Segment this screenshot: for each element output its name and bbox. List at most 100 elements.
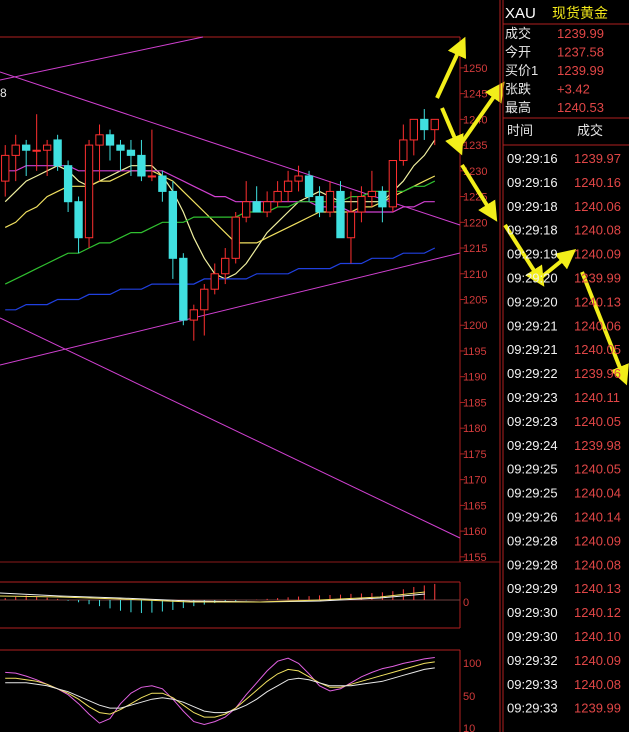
- trade-price: 1240.05: [574, 414, 621, 429]
- candle-body: [388, 160, 398, 208]
- trade-price: 1240.11: [574, 390, 620, 405]
- trendline-upper-channel: [0, 36, 204, 81]
- trade-time: 09:29:20: [507, 271, 558, 286]
- trade-time: 09:29:22: [507, 366, 558, 381]
- kdj-tick-label: 10: [463, 723, 475, 732]
- trade-time: 09:29:33: [507, 701, 558, 716]
- candle-body: [294, 175, 303, 182]
- candle-body: [304, 175, 314, 198]
- trade-time: 09:29:18: [507, 199, 558, 214]
- quote-value: +3.42: [557, 82, 590, 97]
- quote-label: 买价1: [505, 63, 538, 78]
- price-tick-label: 1245: [463, 89, 487, 101]
- trade-list[interactable]: 09:29:16 1239.97 09:29:16 1240.16 09:29:18 12…: [507, 151, 621, 716]
- trade-price: 1240.08: [574, 557, 621, 572]
- price-tick-label: 1220: [463, 217, 487, 229]
- quote-panel: XAU 现货黄金 成交 1239.99 今开 1237.58 买价1 1239.99 张跌 +…: [499, 0, 629, 732]
- candle-body: [137, 154, 146, 177]
- candle-body: [378, 190, 387, 208]
- price-partial-label: 8: [0, 86, 7, 100]
- trade-time: 09:29:16: [507, 151, 558, 166]
- candle-body: [1, 154, 10, 182]
- price-tick-label: 1200: [463, 320, 487, 332]
- trade-price: 1240.05: [574, 462, 621, 477]
- candle-body: [74, 201, 83, 239]
- trade-time: 09:29:19: [507, 247, 558, 262]
- trade-time: 09:29:18: [507, 223, 558, 238]
- candle-body: [367, 190, 377, 198]
- macd-tick-label: 0: [463, 597, 469, 609]
- candle-body: [273, 190, 282, 203]
- candle-body: [252, 201, 261, 213]
- candle-body: [84, 144, 94, 239]
- candle-body: [105, 134, 115, 146]
- arrow-icon: [440, 107, 464, 156]
- kdj-tick-label: 100: [463, 658, 481, 670]
- candle-body: [325, 190, 335, 213]
- kdj-line: [5, 657, 435, 726]
- price-tick-label: 1165: [463, 500, 487, 512]
- trade-time: 09:29:21: [507, 342, 558, 357]
- candle-body: [189, 309, 198, 321]
- trade-price: 1240.12: [574, 605, 621, 620]
- trade-time: 09:29:28: [507, 533, 558, 548]
- price-tick-label: 1215: [463, 243, 487, 255]
- price-tick-label: 1170: [463, 475, 487, 487]
- kdj-tick-label: 50: [463, 691, 475, 703]
- price-tick-label: 1185: [463, 397, 487, 409]
- quote-value: 1239.99: [557, 26, 604, 41]
- trade-price: 1240.06: [574, 199, 621, 214]
- kdj-line: [5, 661, 435, 718]
- kdj-panel[interactable]: 100 50 10: [0, 649, 481, 732]
- candle-body: [53, 139, 62, 167]
- trade-time: 09:29:23: [507, 414, 558, 429]
- quote-value: 1239.99: [557, 63, 604, 78]
- trades-header-price: 成交: [577, 123, 603, 138]
- quote-label: 张跌: [505, 82, 531, 97]
- candle-body: [346, 211, 356, 239]
- candle-body: [116, 144, 125, 151]
- trade-time: 09:29:25: [507, 486, 558, 501]
- trade-price: 1239.99: [574, 701, 621, 716]
- candle-body: [262, 201, 272, 213]
- candle-body: [42, 144, 52, 151]
- moving-average-line: [5, 247, 436, 311]
- candle-body: [147, 175, 157, 178]
- candle-body: [242, 201, 251, 218]
- candle-body: [315, 196, 324, 213]
- trendlines: [0, 36, 461, 539]
- candle-body: [11, 144, 20, 156]
- candle-body: [336, 190, 345, 239]
- macd-panel[interactable]: 0: [0, 581, 469, 629]
- kdj-lines: [5, 657, 435, 726]
- symbol-name: 现货黄金: [552, 5, 608, 21]
- candle-body: [420, 118, 429, 131]
- price-tick-label: 1250: [463, 63, 487, 75]
- price-tick-label: 1205: [463, 295, 487, 307]
- price-tick-label: 1195: [463, 346, 487, 358]
- candle-body: [357, 196, 366, 213]
- trade-time: 09:29:26: [507, 510, 558, 525]
- trade-time: 09:29:21: [507, 318, 558, 333]
- candle-body: [399, 139, 408, 162]
- candle-body: [126, 149, 136, 156]
- trade-time: 09:29:28: [507, 557, 558, 572]
- quote-value: 1237.58: [557, 45, 604, 60]
- trade-time: 09:29:20: [507, 294, 558, 309]
- trade-time: 09:29:29: [507, 581, 558, 596]
- trade-time: 09:29:33: [507, 677, 558, 692]
- arrow-icon: [435, 36, 467, 99]
- candle-body: [22, 144, 31, 151]
- candle-body: [95, 134, 104, 146]
- kdj-line: [5, 667, 435, 714]
- quote-label: 今开: [505, 45, 531, 60]
- candle-body: [158, 175, 167, 192]
- quote-rows: 成交 1239.99 今开 1237.58 买价1 1239.99 张跌 +3.42 最高 124…: [505, 26, 604, 115]
- trade-price: 1239.98: [574, 438, 621, 453]
- trade-price: 1240.14: [574, 510, 621, 525]
- trade-price: 1239.97: [574, 151, 621, 166]
- trade-time: 09:29:30: [507, 605, 558, 620]
- candle-body: [32, 149, 41, 152]
- candle-body: [283, 180, 293, 192]
- price-tick-label: 1175: [463, 449, 487, 461]
